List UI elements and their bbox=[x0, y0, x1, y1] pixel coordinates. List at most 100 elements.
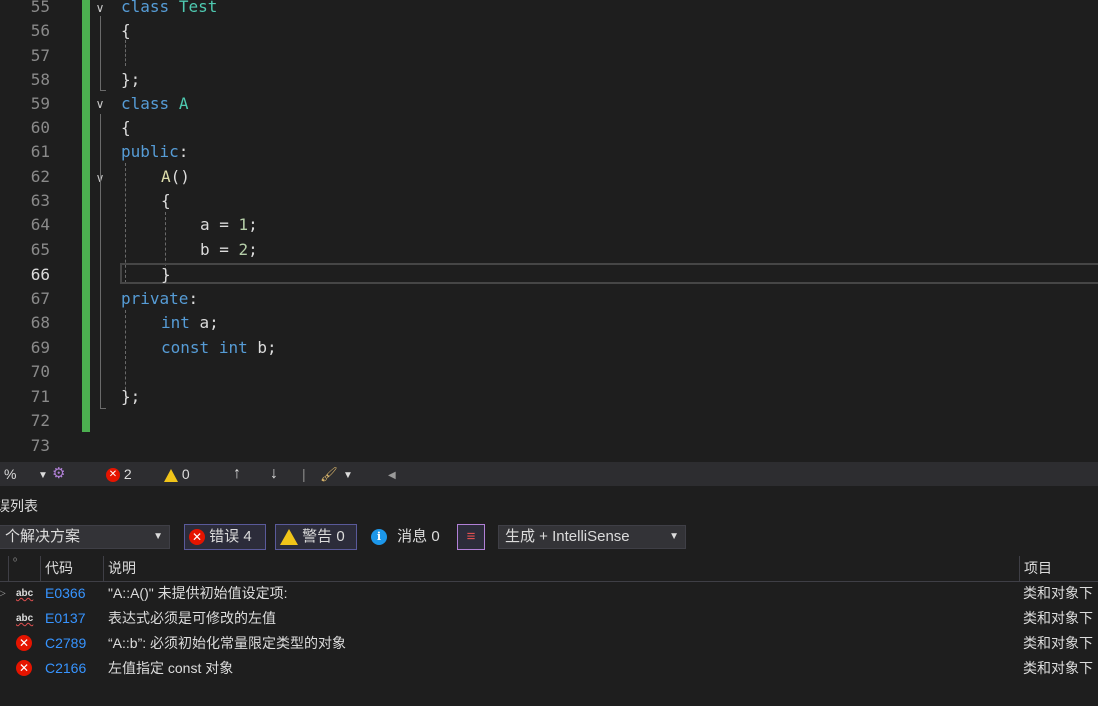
warning-icon bbox=[280, 529, 298, 546]
chevron-down-icon: ▼ bbox=[153, 531, 163, 542]
code-line: { bbox=[121, 21, 131, 40]
keyword: const bbox=[161, 338, 210, 357]
line-number: 56 bbox=[30, 21, 50, 40]
class-name: A bbox=[178, 94, 189, 113]
keyword: int bbox=[161, 313, 190, 332]
chevron-down-icon: ▼ bbox=[669, 531, 679, 542]
errors-filter-button[interactable]: ✕ 错误 4 bbox=[184, 524, 266, 550]
table-row[interactable]: ✕ C2789 “A::b”: 必须初始化常量限定类型的对象 类和对象下 bbox=[0, 631, 1098, 656]
fold-chevron-icon[interactable]: ∨ bbox=[92, 96, 108, 112]
fold-guide bbox=[100, 114, 101, 408]
error-icon: ✕ bbox=[189, 529, 205, 546]
table-row[interactable]: ✕ C2166 左值指定 const 对象 类和对象下 bbox=[0, 656, 1098, 681]
error-code[interactable]: C2789 bbox=[45, 631, 86, 656]
column-header-description[interactable]: 说明 bbox=[103, 556, 1020, 581]
error-icon: ✕ bbox=[106, 468, 120, 483]
line-number: 72 bbox=[30, 411, 50, 430]
current-line-highlight bbox=[120, 263, 1098, 284]
change-tracking-bar bbox=[82, 0, 90, 432]
line-number: 60 bbox=[30, 118, 50, 137]
error-squiggle bbox=[200, 256, 210, 260]
error-count-indicator[interactable]: ✕ 2 bbox=[106, 465, 132, 483]
keyword: private bbox=[121, 289, 189, 308]
brush-icon[interactable]: 🖌 bbox=[320, 465, 338, 483]
line-number: 70 bbox=[30, 362, 50, 381]
fold-chevron-icon[interactable]: ∨ bbox=[92, 0, 108, 16]
warning-icon bbox=[164, 468, 178, 482]
messages-filter-button[interactable]: i 消息 0 bbox=[366, 524, 448, 550]
code-text: b; bbox=[247, 338, 277, 357]
code-line: public: bbox=[121, 140, 188, 164]
filter-toggle-icon[interactable]: ≡ bbox=[457, 524, 485, 550]
messages-filter-label: 消息 0 bbox=[397, 528, 440, 545]
number: 2 bbox=[238, 240, 249, 259]
warning-count-indicator[interactable]: 0 bbox=[164, 465, 190, 483]
error-project: 类和对象下 bbox=[1023, 585, 1093, 601]
warnings-filter-label: 警告 0 bbox=[302, 528, 345, 545]
error-project: 类和对象下 bbox=[1023, 610, 1093, 626]
error-description: “A::b”: 必须初始化常量限定类型的对象 bbox=[108, 635, 347, 651]
code-line: private: bbox=[121, 287, 198, 311]
error-code[interactable]: E0137 bbox=[45, 606, 85, 631]
intellisense-error-icon: abc bbox=[16, 588, 34, 599]
error-code[interactable]: E0366 bbox=[45, 581, 85, 606]
errors-filter-label: 错误 4 bbox=[209, 528, 252, 545]
table-row[interactable]: abc E0137 表达式必须是可修改的左值 类和对象下 bbox=[0, 606, 1098, 631]
line-number: 62 bbox=[30, 167, 50, 186]
fold-guide bbox=[100, 90, 106, 91]
fold-guide bbox=[100, 16, 101, 90]
line-number: 55 bbox=[30, 0, 50, 16]
line-number: 58 bbox=[30, 70, 50, 89]
copilot-icon[interactable]: ⚙ bbox=[52, 465, 65, 483]
error-table-header: ⁰ 代码 说明 项目 bbox=[0, 556, 1098, 582]
fold-guide bbox=[100, 408, 106, 409]
warning-count: 0 bbox=[181, 466, 190, 482]
keyword: class bbox=[121, 0, 170, 16]
error-description: 左值指定 const 对象 bbox=[108, 660, 234, 676]
code-line: { bbox=[121, 118, 131, 137]
brush-dropdown-icon[interactable]: ▼ bbox=[343, 467, 353, 485]
keyword: class bbox=[121, 94, 170, 113]
error-code[interactable]: C2166 bbox=[45, 656, 86, 681]
indent-guide bbox=[125, 40, 126, 66]
scope-value: 个解决方案 bbox=[5, 528, 81, 545]
zoom-level[interactable]: % bbox=[4, 465, 16, 483]
code-line: class A bbox=[121, 92, 188, 116]
scope-dropdown[interactable]: 个解决方案 ▼ bbox=[0, 525, 170, 549]
arrow-down-icon[interactable]: ↓ bbox=[270, 465, 278, 483]
warnings-filter-button[interactable]: 警告 0 bbox=[275, 524, 357, 550]
function-name: A bbox=[161, 167, 171, 186]
arrow-up-icon[interactable]: ↑ bbox=[233, 465, 241, 483]
error-count: 2 bbox=[123, 466, 132, 482]
code-line: const int b; bbox=[161, 336, 277, 360]
error-project: 类和对象下 bbox=[1023, 660, 1093, 676]
code-editor[interactable]: 55 56 57 58 59 60 61 62 63 64 65 66 67 6… bbox=[0, 0, 1098, 462]
error-icon: ✕ bbox=[16, 660, 32, 676]
code-line: class Test bbox=[121, 0, 217, 19]
build-source-dropdown[interactable]: 生成 + IntelliSense ▼ bbox=[498, 525, 686, 549]
keyword: public bbox=[121, 142, 179, 161]
error-icon: ✕ bbox=[16, 635, 32, 651]
expand-arrow-icon[interactable]: ▷ bbox=[0, 581, 6, 606]
table-row[interactable]: ▷ abc E0366 "A::A()" 未提供初始值设定项: 类和对象下 bbox=[0, 581, 1098, 606]
line-number: 67 bbox=[30, 289, 50, 308]
intellisense-error-icon: abc bbox=[16, 613, 34, 624]
line-number: 61 bbox=[30, 142, 50, 161]
code-line: } bbox=[161, 265, 171, 284]
scroll-left-icon[interactable]: ◀ bbox=[388, 467, 396, 485]
column-header-code[interactable]: 代码 bbox=[40, 556, 103, 581]
class-name: Test bbox=[178, 0, 218, 16]
keyword: int bbox=[218, 338, 248, 357]
line-number: 68 bbox=[30, 313, 50, 332]
panel-title: 误列表 bbox=[0, 498, 38, 514]
line-number: 57 bbox=[30, 46, 50, 65]
sort-icon[interactable]: ⁰ bbox=[8, 556, 43, 581]
separator: | bbox=[302, 466, 306, 482]
column-header-project[interactable]: 项目 bbox=[1019, 556, 1098, 581]
parens: () bbox=[170, 167, 190, 186]
code-text: a; bbox=[189, 313, 219, 332]
zoom-dropdown-icon[interactable]: ▼ bbox=[38, 467, 48, 485]
editor-status-bar: % ▼ ⚙ ✕ 2 0 ↑ ↓ | 🖌 ▼ ◀ bbox=[0, 462, 1098, 486]
build-source-value: 生成 + IntelliSense bbox=[505, 528, 630, 545]
number: 1 bbox=[238, 215, 249, 234]
